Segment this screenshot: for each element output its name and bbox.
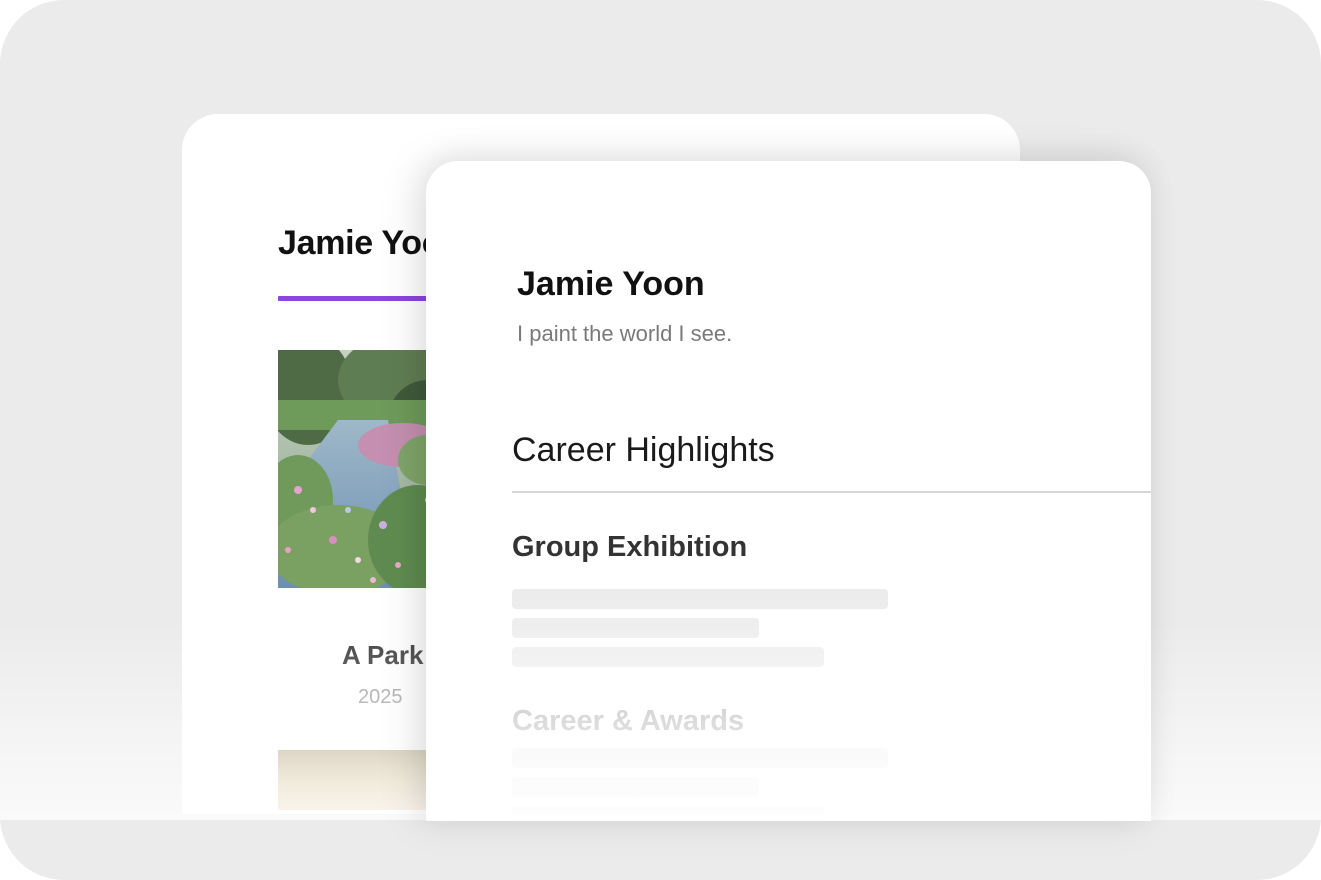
skeleton-line [512,806,824,821]
profile-card-front: Jamie Yoon I paint the world I see. Care… [426,161,1151,821]
skeleton-line [512,589,888,609]
skeleton-line [512,647,824,667]
section-title: Career Highlights [512,431,775,469]
artwork-title: A Park [342,640,424,670]
artwork-year: 2025 [358,686,403,708]
section-divider [512,491,1151,493]
skeleton-line [512,618,759,638]
profile-tagline: I paint the world I see. [517,321,733,346]
artwork-image[interactable] [278,750,448,810]
painting-illustration [278,350,448,588]
subsection-title-career-awards: Career & Awards [512,705,745,737]
subsection-title-group-exhibition: Group Exhibition [512,531,748,563]
profile-name: Jamie Yoon [517,265,705,303]
preview-stage: Jamie Yoon A Park 2025 Jamie Yoon I pain… [0,0,1321,880]
skeleton-line [512,748,888,768]
artwork-image[interactable] [278,350,448,588]
skeleton-line [512,777,759,797]
